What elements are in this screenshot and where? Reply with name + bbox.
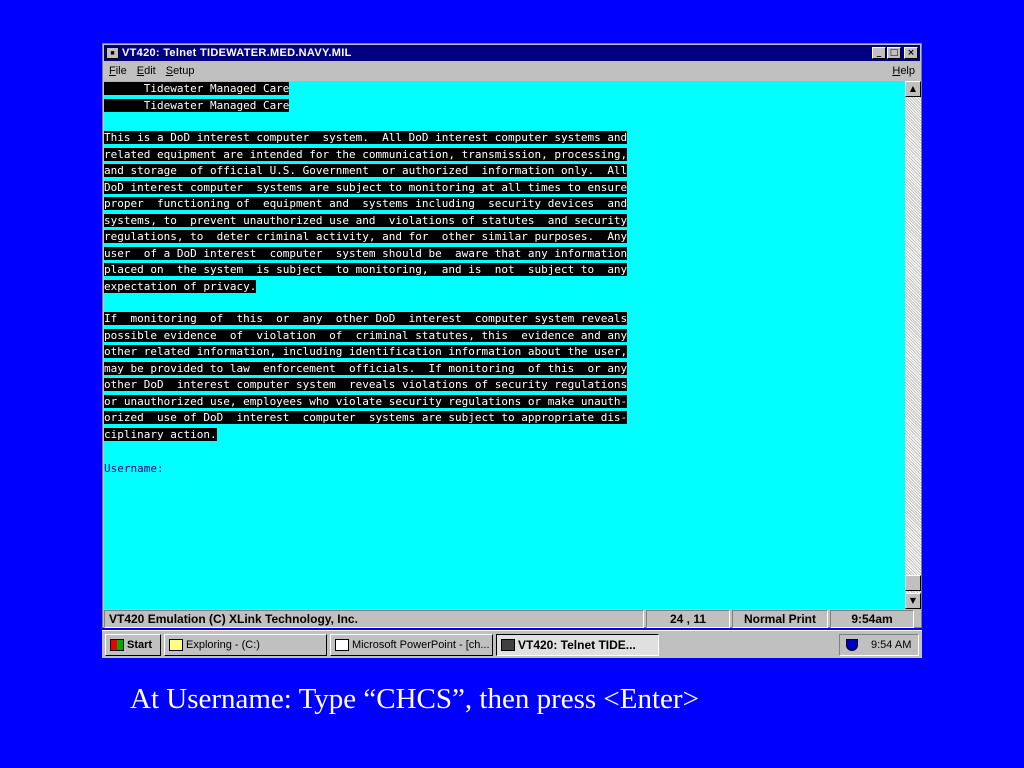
slide-caption: At Username: Type “CHCS”, then press <En… (130, 683, 699, 715)
vertical-scrollbar[interactable]: ▲ ▼ (905, 81, 921, 609)
terminal-text-line: or unauthorized use, employees who viola… (104, 394, 628, 408)
terminal-text-line: expectation of privacy. (104, 279, 257, 293)
system-tray: 9:54 AM (839, 633, 919, 656)
scroll-thumb[interactable] (905, 575, 921, 591)
title-bar[interactable]: ■ VT420: Telnet TIDEWATER.MED.NAVY.MIL _… (104, 45, 920, 61)
minimize-button[interactable]: _ (872, 47, 886, 59)
telnet-window: ■ VT420: Telnet TIDEWATER.MED.NAVY.MIL _… (102, 43, 922, 628)
terminal-text-line: other DoD interest computer system revea… (104, 378, 628, 391)
terminal-text-line: and storage of official U.S. Government … (104, 164, 628, 177)
terminal-text-line: orized use of DoD interest computer syst… (104, 411, 628, 424)
task-powerpoint[interactable]: Microsoft PowerPoint - [ch... (330, 633, 493, 656)
terminal-text-line: proper functioning of equipment and syst… (104, 197, 628, 210)
scroll-down-icon[interactable]: ▼ (905, 593, 921, 609)
menu-file[interactable]: File (104, 65, 132, 77)
status-cursor-position: 24 , 11 (646, 610, 730, 628)
task-exploring[interactable]: Exploring - (C:) (164, 633, 327, 656)
terminal-text-line: related equipment are intended for the c… (104, 147, 628, 161)
menu-setup[interactable]: Setup (161, 65, 200, 77)
terminal-text-line: possible evidence of violation of crimin… (104, 328, 628, 342)
scroll-up-icon[interactable]: ▲ (905, 81, 921, 97)
powerpoint-icon (335, 638, 349, 651)
terminal-text-line: If monitoring of this or any other DoD i… (104, 312, 628, 325)
status-emulation: VT420 Emulation (C) XLink Technology, In… (104, 610, 644, 628)
username-prompt[interactable]: Username: (104, 461, 164, 478)
task-vt420[interactable]: VT420: Telnet TIDE... (496, 633, 659, 656)
windows-logo-icon (110, 638, 124, 651)
menu-help[interactable]: Help (887, 65, 920, 77)
warning-paragraph-2: If monitoring of this or any other DoD i… (104, 311, 628, 443)
window-title: VT420: Telnet TIDEWATER.MED.NAVY.MIL (122, 47, 352, 59)
close-button[interactable]: × (904, 47, 918, 59)
menu-edit[interactable]: Edit (132, 65, 161, 77)
terminal-header-line: Tidewater Managed Care (104, 82, 290, 95)
terminal-text-line: DoD interest computer systems are subjec… (104, 180, 628, 194)
terminal-text-line: other related information, including ide… (104, 345, 628, 358)
menu-bar: File Edit Setup Help (104, 62, 920, 80)
start-button[interactable]: Start (105, 633, 161, 656)
terminal-screen[interactable]: Tidewater Managed Care Tidewater Managed… (104, 81, 905, 609)
tray-clock[interactable]: 9:54 AM (871, 639, 911, 651)
terminal-text-line: regulations, to deter criminal activity,… (104, 230, 628, 243)
terminal-text-line: This is a DoD interest computer system. … (104, 131, 628, 144)
terminal-text-line: ciplinary action. (104, 427, 217, 441)
terminal-text-line: placed on the system is subject to monit… (104, 263, 628, 276)
maximize-button[interactable]: □ (887, 47, 901, 59)
explorer-icon (169, 638, 183, 651)
terminal-text-line: systems, to prevent unauthorized use and… (104, 213, 628, 227)
status-bar: VT420 Emulation (C) XLink Technology, In… (104, 610, 920, 628)
shield-icon[interactable] (846, 638, 858, 651)
status-time: 9:54am (830, 610, 914, 628)
terminal-header: Tidewater Managed Care Tidewater Managed… (104, 81, 290, 114)
terminal-text-line: may be provided to law enforcement offic… (104, 361, 628, 375)
taskbar: Start Exploring - (C:) Microsoft PowerPo… (102, 630, 922, 658)
terminal-app-icon (501, 638, 515, 651)
warning-paragraph-1: This is a DoD interest computer system. … (104, 130, 628, 295)
terminal-app-icon[interactable]: ■ (106, 47, 119, 59)
terminal-header-line: Tidewater Managed Care (104, 98, 290, 112)
status-print-mode: Normal Print (732, 610, 828, 628)
terminal-text-line: user of a DoD interest computer system s… (104, 246, 628, 260)
